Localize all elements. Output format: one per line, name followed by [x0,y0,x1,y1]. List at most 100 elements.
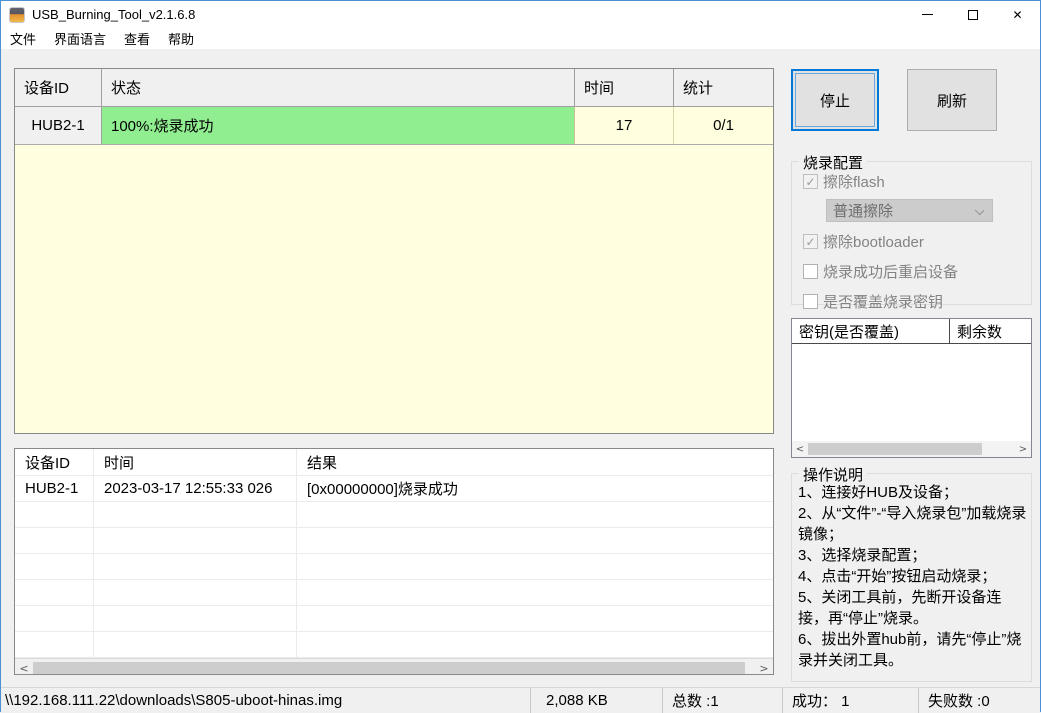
title-bar: USB_Burning_Tool_v2.1.6.8 ✕ [1,1,1040,28]
log-device-id-cell: HUB2-1 [15,476,94,501]
log-empty-row [15,502,773,528]
scroll-left-icon[interactable]: < [15,659,33,674]
empty-cell [297,580,773,605]
log-empty-row [15,528,773,554]
key-table: 密钥(是否覆盖) 剩余数 < > [791,318,1032,458]
log-table-header: 设备ID 时间 结果 [15,449,773,476]
device-table-header: 设备ID 状态 时间 统计 [15,69,773,107]
instructions-title: 操作说明 [799,464,868,485]
empty-cell [94,606,297,631]
menu-bar: 文件 界面语言 查看 帮助 [1,28,1040,49]
instructions-text: 1、连接好HUB及设备； 2、从“文件”-“导入烧录包”加载烧录镜像； 3、选择… [798,484,1027,669]
reboot-after-checkbox[interactable] [803,264,818,279]
overwrite-key-checkbox[interactable] [803,294,818,309]
device-row[interactable]: HUB2-1 100%:烧录成功 17 0/1 [15,107,773,145]
log-header-device-id: 设备ID [15,449,94,475]
key-table-body [792,344,1031,441]
window-title: USB_Burning_Tool_v2.1.6.8 [32,7,196,22]
erase-flash-checkbox[interactable]: ✓ [803,174,818,189]
key-table-scrollbar[interactable]: < > [792,441,1031,457]
key-table-header: 密钥(是否覆盖) 剩余数 [792,319,1031,344]
log-table: 设备ID 时间 结果 HUB2-1 2023-03-17 12:55:33 02… [14,448,774,675]
scrollbar-thumb[interactable] [33,662,745,674]
menu-file[interactable]: 文件 [1,28,45,49]
menu-view[interactable]: 查看 [115,28,159,49]
total-count: 总数 :1 [663,688,783,713]
window-controls: ✕ [905,1,1040,28]
empty-cell [297,554,773,579]
empty-cell [15,502,94,527]
status-bar: \\192.168.111.22\downloads\S805-uboot-hi… [1,687,1040,713]
failed-count: 失败数 :0 [928,693,990,710]
scrollbar-thumb[interactable] [808,443,982,455]
device-status-cell: 100%:烧录成功 [102,107,575,144]
erase-flash-label: 擦除flash [823,174,885,191]
empty-cell [297,606,773,631]
check-icon: ✓ [805,234,816,249]
app-icon [9,6,25,23]
burn-config-group: 烧录配置 ✓ 擦除flash 普通擦除 ✓ 擦除bootloader 烧录成功后… [791,152,1032,311]
empty-cell [297,502,773,527]
device-time-cell: 17 [575,107,674,144]
empty-cell [15,580,94,605]
empty-cell [15,554,94,579]
erase-mode-value: 普通擦除 [833,203,894,220]
log-header-time: 时间 [94,449,297,475]
chevron-down-icon [974,205,985,216]
refresh-button[interactable]: 刷新 [907,69,997,131]
success-count: 成功： 1 [783,688,919,713]
log-empty-row [15,554,773,580]
log-empty-row [15,580,773,606]
device-status-table: 设备ID 状态 时间 统计 HUB2-1 100%:烧录成功 17 0/1 [14,68,774,434]
close-button[interactable]: ✕ [995,1,1040,28]
empty-cell [94,502,297,527]
log-table-scrollbar[interactable]: < > [15,658,773,674]
log-row[interactable]: HUB2-1 2023-03-17 12:55:33 026 [0x000000… [15,476,773,502]
device-stats-cell: 0/1 [674,107,773,144]
erase-mode-select[interactable]: 普通擦除 [826,199,993,222]
image-size: 2,088 KB [531,688,663,713]
log-header-result: 结果 [307,454,338,472]
scroll-left-icon[interactable]: < [792,441,808,457]
log-result-cell: [0x00000000]烧录成功 [307,481,458,498]
menu-help[interactable]: 帮助 [159,28,203,49]
check-icon: ✓ [805,174,816,189]
empty-cell [15,528,94,553]
maximize-icon [967,9,978,20]
empty-cell [94,580,297,605]
empty-cell [94,528,297,553]
scroll-right-icon[interactable]: > [755,659,773,674]
log-empty-row [15,632,773,658]
header-status: 状态 [102,69,575,106]
empty-cell [15,606,94,631]
maximize-button[interactable] [950,1,995,28]
device-id-cell: HUB2-1 [15,107,102,144]
burn-config-title: 烧录配置 [799,152,868,173]
reboot-after-option[interactable]: 烧录成功后重启设备 [803,261,1031,282]
overwrite-key-label: 是否覆盖烧录密钥 [823,294,944,311]
empty-cell [297,528,773,553]
menu-language[interactable]: 界面语言 [45,28,115,49]
minimize-button[interactable] [905,1,950,28]
instructions-group: 操作说明 1、连接好HUB及设备； 2、从“文件”-“导入烧录包”加载烧录镜像；… [791,464,1032,682]
header-remaining: 剩余数 [957,323,1003,341]
app-window: USB_Burning_Tool_v2.1.6.8 ✕ 文件 界面语言 查看 帮… [0,0,1041,713]
empty-cell [94,632,297,657]
overwrite-key-option[interactable]: 是否覆盖烧录密钥 [803,291,1031,312]
stop-button[interactable]: 停止 [791,69,879,131]
erase-flash-option[interactable]: ✓ 擦除flash [803,171,1031,192]
close-icon: ✕ [1012,7,1023,22]
header-key: 密钥(是否覆盖) [792,319,950,343]
header-time: 时间 [575,69,674,106]
erase-bootloader-option[interactable]: ✓ 擦除bootloader [803,231,1031,252]
erase-bootloader-checkbox[interactable]: ✓ [803,234,818,249]
erase-bootloader-label: 擦除bootloader [823,234,924,251]
header-device-id: 设备ID [15,69,102,106]
empty-cell [15,632,94,657]
header-stats: 统计 [683,80,714,97]
reboot-after-label: 烧录成功后重启设备 [823,264,959,281]
scroll-right-icon[interactable]: > [1015,441,1031,457]
minimize-icon [922,14,933,15]
empty-cell [297,632,773,657]
image-path: \\192.168.111.22\downloads\S805-uboot-hi… [1,688,531,713]
